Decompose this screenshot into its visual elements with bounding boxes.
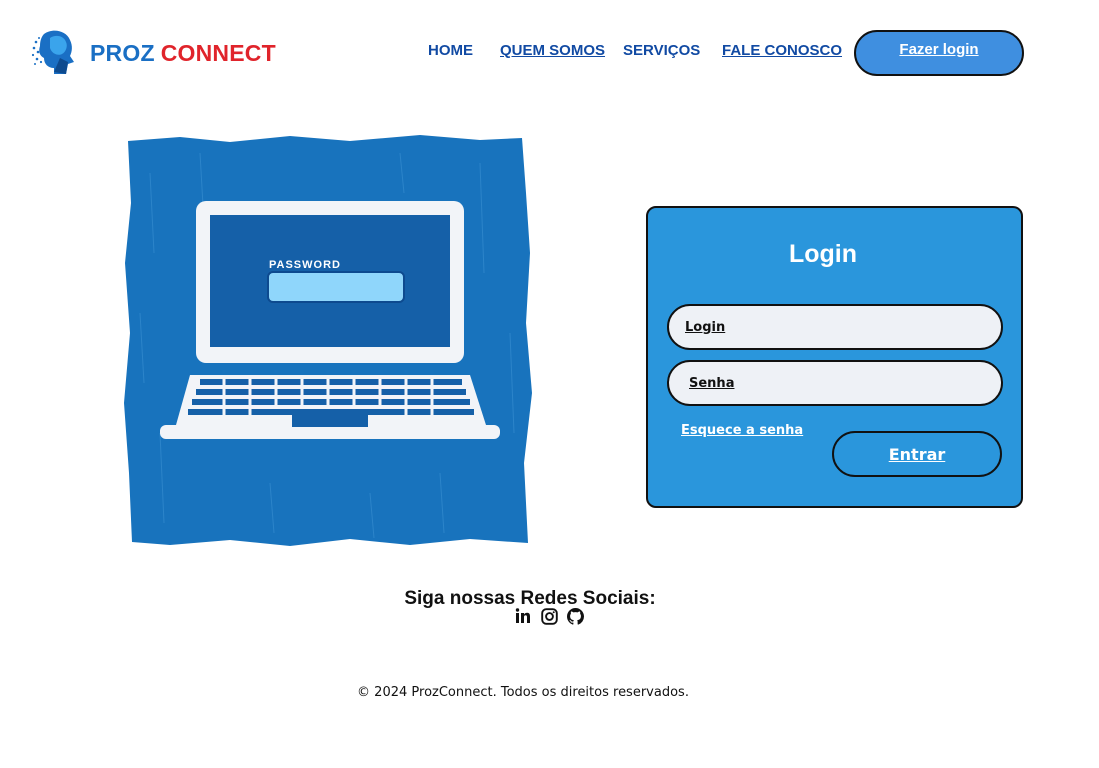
nav-home[interactable]: HOME xyxy=(428,42,473,59)
login-title: Login xyxy=(788,240,858,268)
brand-part2: CONNECT xyxy=(160,39,276,66)
login-input[interactable]: Login xyxy=(667,304,1003,350)
nav-servicos[interactable]: SERVIÇOS xyxy=(623,42,700,59)
footer-copyright: © 2024 ProzConnect. Todos os direitos re… xyxy=(357,685,689,700)
instagram-icon[interactable] xyxy=(540,606,558,626)
brand-name: PROZ CONNECT xyxy=(90,40,276,67)
social-icons xyxy=(514,606,584,626)
github-icon[interactable] xyxy=(566,606,584,626)
nav-fale-conosco[interactable]: FALE CONOSCO xyxy=(722,42,842,59)
logo[interactable]: PROZ CONNECT xyxy=(30,28,276,78)
password-input[interactable]: Senha xyxy=(667,360,1003,406)
linkedin-icon[interactable] xyxy=(514,606,532,626)
header-login-button[interactable]: Fazer login xyxy=(854,30,1024,76)
login-card: Login Login Senha Esquece a senha Entrar xyxy=(646,206,1023,508)
password-label: PASSWORD xyxy=(269,259,341,271)
logo-knight-icon xyxy=(31,30,74,74)
brand-part1: PROZ xyxy=(90,39,155,66)
nav-quem-somos[interactable]: QUEM SOMOS xyxy=(500,42,605,59)
laptop-password-illustration: PASSWORD xyxy=(124,135,532,546)
forgot-password-link[interactable]: Esquece a senha xyxy=(681,423,803,438)
submit-button[interactable]: Entrar xyxy=(832,431,1002,477)
